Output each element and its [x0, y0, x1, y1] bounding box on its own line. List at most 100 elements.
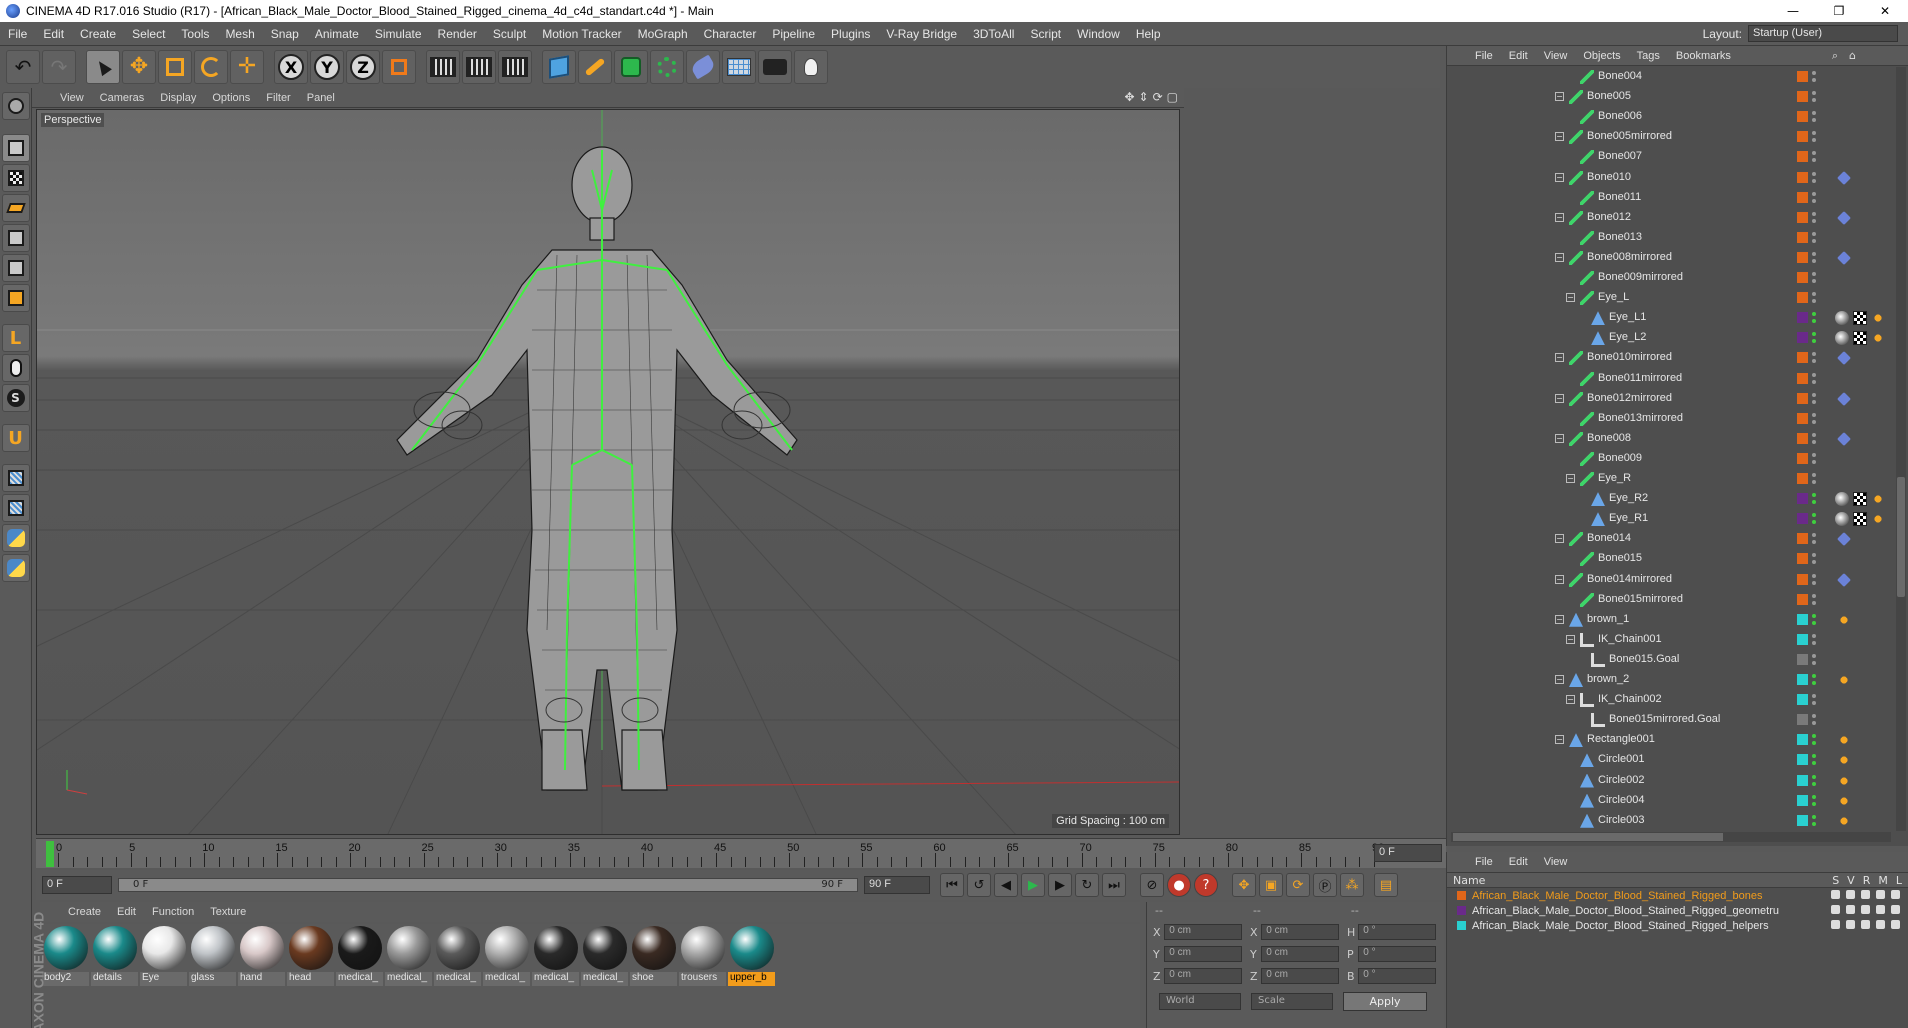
layer-color-swatch[interactable]	[1797, 231, 1808, 243]
layer-color-swatch[interactable]	[1797, 633, 1808, 645]
object-row[interactable]: Bone015mirrored	[1447, 590, 1895, 610]
planar-workplane-button[interactable]	[1, 494, 30, 522]
layer-color-swatch[interactable]	[1457, 906, 1466, 915]
layer-color-swatch[interactable]	[1797, 653, 1808, 665]
axis-mode-button[interactable]: L	[1, 324, 30, 352]
object-name[interactable]: Bone015mirrored	[1598, 593, 1683, 605]
material-menu-edit[interactable]: Edit	[109, 906, 144, 918]
maximize-view-icon[interactable]: ▢	[1167, 90, 1178, 104]
go-to-end-button[interactable]: ⏭	[1102, 873, 1126, 897]
object-name[interactable]: Eye_R1	[1609, 512, 1648, 524]
layer-row[interactable]: African_Black_Male_Doctor_Blood_Stained_…	[1447, 918, 1908, 933]
visibility-dots-icon[interactable]	[1812, 573, 1816, 587]
layer-col-render[interactable]: R	[1863, 874, 1871, 887]
visibility-dots-icon[interactable]	[1812, 713, 1816, 727]
material-swatch[interactable]: medical_	[336, 924, 383, 1028]
collapse-toggle-icon[interactable]: −	[1555, 735, 1564, 745]
object-name[interactable]: Eye_L1	[1609, 311, 1646, 323]
object-row[interactable]: − Eye_R	[1447, 469, 1895, 489]
visibility-dots-icon[interactable]	[1812, 251, 1816, 265]
lm-menu-edit[interactable]: Edit	[1501, 856, 1536, 868]
menu-motion-tracker[interactable]: Motion Tracker	[534, 27, 629, 41]
phong-tag-icon[interactable]	[1835, 311, 1849, 326]
layer-manager-toggle-icon[interactable]	[1876, 890, 1885, 899]
material-swatch[interactable]: head	[287, 924, 334, 1028]
menu-3dtoall[interactable]: 3DToAll	[965, 27, 1022, 41]
texture-tag-icon[interactable]	[1853, 512, 1867, 527]
start-frame-field[interactable]: 0 F	[42, 876, 112, 894]
pan-icon[interactable]: ✥	[1124, 90, 1134, 104]
constraint-tag-icon[interactable]	[1837, 733, 1851, 748]
size-mode-dropdown[interactable]: Scale	[1251, 993, 1333, 1010]
layer-color-swatch[interactable]	[1797, 91, 1808, 103]
object-name[interactable]: Bone015.Goal	[1609, 653, 1679, 665]
layer-render-toggle-icon[interactable]	[1861, 920, 1870, 929]
object-row[interactable]: − Bone010mirrored	[1447, 348, 1895, 368]
visibility-dots-icon[interactable]	[1812, 653, 1816, 667]
object-name[interactable]: Bone015	[1598, 552, 1642, 564]
next-frame-button[interactable]: ▶	[1048, 873, 1072, 897]
object-row[interactable]: Bone009mirrored	[1447, 268, 1895, 288]
object-row[interactable]: Circle003	[1447, 811, 1895, 831]
size-z-field[interactable]: 0 cm	[1261, 968, 1339, 984]
object-name[interactable]: Bone014mirrored	[1587, 573, 1672, 585]
points-mode-button[interactable]	[1, 224, 30, 252]
collapse-toggle-icon[interactable]: −	[1555, 353, 1564, 363]
menu-vray-bridge[interactable]: V-Ray Bridge	[878, 27, 965, 41]
visibility-dots-icon[interactable]	[1812, 432, 1816, 446]
object-row[interactable]: Bone015	[1447, 549, 1895, 569]
object-row[interactable]: − Bone010	[1447, 168, 1895, 188]
visibility-dots-icon[interactable]	[1812, 372, 1816, 386]
layer-name[interactable]: African_Black_Male_Doctor_Blood_Stained_…	[1472, 890, 1762, 902]
visibility-dots-icon[interactable]	[1812, 110, 1816, 124]
object-row[interactable]: Eye_R2	[1447, 489, 1895, 509]
restore-button[interactable]: ❐	[1816, 0, 1862, 22]
layer-color-swatch[interactable]	[1797, 493, 1808, 505]
layer-color-swatch[interactable]	[1797, 593, 1808, 605]
object-name[interactable]: Eye_R	[1598, 472, 1631, 484]
go-to-start-button[interactable]: ⏮	[940, 873, 964, 897]
object-name[interactable]: brown_1	[1587, 613, 1629, 625]
menu-plugins[interactable]: Plugins	[823, 27, 878, 41]
object-row[interactable]: Eye_L2	[1447, 328, 1895, 348]
object-row[interactable]: Bone011	[1447, 188, 1895, 208]
autokey-button[interactable]: ●	[1167, 873, 1191, 897]
snap-button[interactable]: S	[1, 384, 30, 412]
add-deformer-button[interactable]	[686, 50, 720, 84]
visibility-dots-icon[interactable]	[1812, 472, 1816, 486]
visibility-dots-icon[interactable]	[1812, 231, 1816, 245]
object-name[interactable]: Eye_L	[1598, 291, 1629, 303]
material-swatch[interactable]: glass	[189, 924, 236, 1028]
object-row[interactable]: Eye_L1	[1447, 308, 1895, 328]
end-frame-field[interactable]: 90 F	[864, 876, 930, 894]
om-menu-edit[interactable]: Edit	[1501, 50, 1536, 62]
layer-color-swatch[interactable]	[1797, 312, 1808, 324]
menu-help[interactable]: Help	[1128, 27, 1169, 41]
viewport-menu-display[interactable]: Display	[152, 92, 204, 104]
add-light-button[interactable]	[794, 50, 828, 84]
layer-color-swatch[interactable]	[1797, 774, 1808, 786]
object-name[interactable]: Circle002	[1598, 774, 1644, 786]
texture-tag-icon[interactable]	[1853, 311, 1867, 326]
ik-tag-icon[interactable]	[1837, 431, 1851, 446]
layer-col-manager[interactable]: M	[1878, 874, 1888, 887]
menu-render[interactable]: Render	[430, 27, 485, 41]
object-name[interactable]: Bone009mirrored	[1598, 271, 1683, 283]
phong-tag-icon[interactable]	[1835, 512, 1849, 527]
layer-locked-toggle-icon[interactable]	[1891, 890, 1900, 899]
layer-manager-toggle-icon[interactable]	[1876, 905, 1885, 914]
visibility-dots-icon[interactable]	[1812, 673, 1816, 687]
current-frame-field[interactable]: 0 F	[1374, 844, 1442, 862]
constraint-tag-icon[interactable]	[1837, 813, 1851, 828]
layer-manager-toggle-icon[interactable]	[1876, 920, 1885, 929]
edges-mode-button[interactable]	[1, 254, 30, 282]
visibility-dots-icon[interactable]	[1812, 70, 1816, 84]
menu-create[interactable]: Create	[72, 27, 124, 41]
viewport-camera-label[interactable]: Perspective	[41, 113, 105, 127]
layer-color-swatch[interactable]	[1797, 272, 1808, 283]
menu-edit[interactable]: Edit	[35, 27, 72, 41]
layer-visible-toggle-icon[interactable]	[1846, 920, 1855, 929]
phong-tag-icon[interactable]	[1835, 492, 1849, 507]
object-row[interactable]: Bone009	[1447, 449, 1895, 469]
collapse-toggle-icon[interactable]: −	[1555, 212, 1564, 222]
